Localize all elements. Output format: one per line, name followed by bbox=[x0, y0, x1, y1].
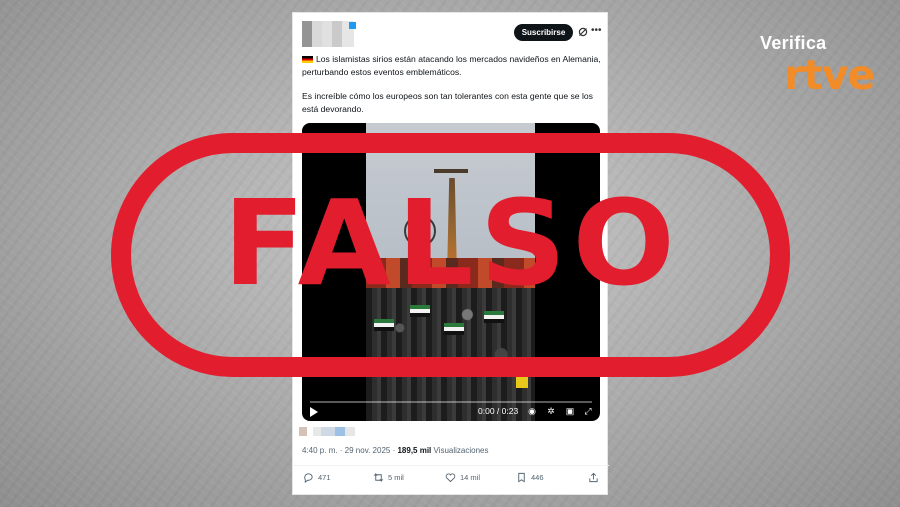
video-progress-bar[interactable] bbox=[310, 401, 592, 403]
heart-icon bbox=[445, 473, 456, 483]
tweet-header: Suscribirse ••• bbox=[293, 13, 609, 47]
repost-button[interactable]: 5 mil bbox=[373, 472, 404, 483]
tweet-actions: 471 5 mil 14 mil 446 bbox=[293, 472, 609, 490]
tweet-text-line2: Es increíble cómo los europeos son tan t… bbox=[302, 91, 593, 114]
bookmark-button[interactable]: 446 bbox=[516, 472, 544, 483]
subscribe-button[interactable]: Suscribirse bbox=[514, 24, 573, 41]
reply-button[interactable]: 471 bbox=[303, 472, 331, 483]
divider bbox=[293, 465, 609, 466]
views-label: Visualizaciones bbox=[431, 446, 489, 455]
blurred-content bbox=[299, 427, 355, 436]
blurred-author[interactable] bbox=[302, 21, 354, 47]
verifica-rtve-logo: Verifica rtve bbox=[760, 33, 880, 103]
reply-count: 471 bbox=[318, 473, 331, 482]
views-count: 189,5 mil bbox=[397, 446, 432, 455]
tweet-meta: 4:40 p. m. · 29 nov. 2025 · 189,5 mil Vi… bbox=[302, 446, 489, 455]
like-button[interactable]: 14 mil bbox=[445, 472, 480, 483]
falso-stamp-text: FALSO bbox=[223, 174, 681, 312]
play-icon[interactable] bbox=[310, 407, 318, 417]
more-options-icon[interactable]: ••• bbox=[591, 25, 602, 36]
germany-flag-icon bbox=[302, 56, 313, 63]
verified-badge-icon bbox=[349, 22, 356, 29]
bookmark-icon bbox=[518, 472, 525, 483]
bookmark-count: 446 bbox=[531, 473, 544, 482]
repost-count: 5 mil bbox=[388, 473, 404, 482]
share-button[interactable] bbox=[588, 472, 599, 483]
grok-icon[interactable] bbox=[578, 27, 588, 37]
reply-icon bbox=[304, 473, 313, 483]
fullscreen-icon[interactable]: ⤢ bbox=[583, 406, 593, 416]
like-count: 14 mil bbox=[460, 473, 481, 482]
video-controls: 0:00 / 0:23 ◉ ✲ ▣ ⤢ bbox=[302, 399, 600, 421]
repost-icon bbox=[374, 473, 383, 482]
tweet-timestamp[interactable]: 4:40 p. m. · 29 nov. 2025 · bbox=[302, 446, 397, 455]
tweet-text: Los islamistas sirios están atacando los… bbox=[302, 53, 602, 127]
video-time: 0:00 / 0:23 bbox=[478, 406, 519, 416]
rtve-label: rtve bbox=[784, 51, 875, 99]
picture-in-picture-icon[interactable]: ▣ bbox=[565, 406, 575, 416]
volume-icon[interactable]: ◉ bbox=[527, 406, 537, 416]
tweet-text-line1: Los islamistas sirios están atacando los… bbox=[302, 54, 601, 77]
settings-icon[interactable]: ✲ bbox=[546, 406, 556, 416]
share-icon bbox=[589, 472, 598, 483]
